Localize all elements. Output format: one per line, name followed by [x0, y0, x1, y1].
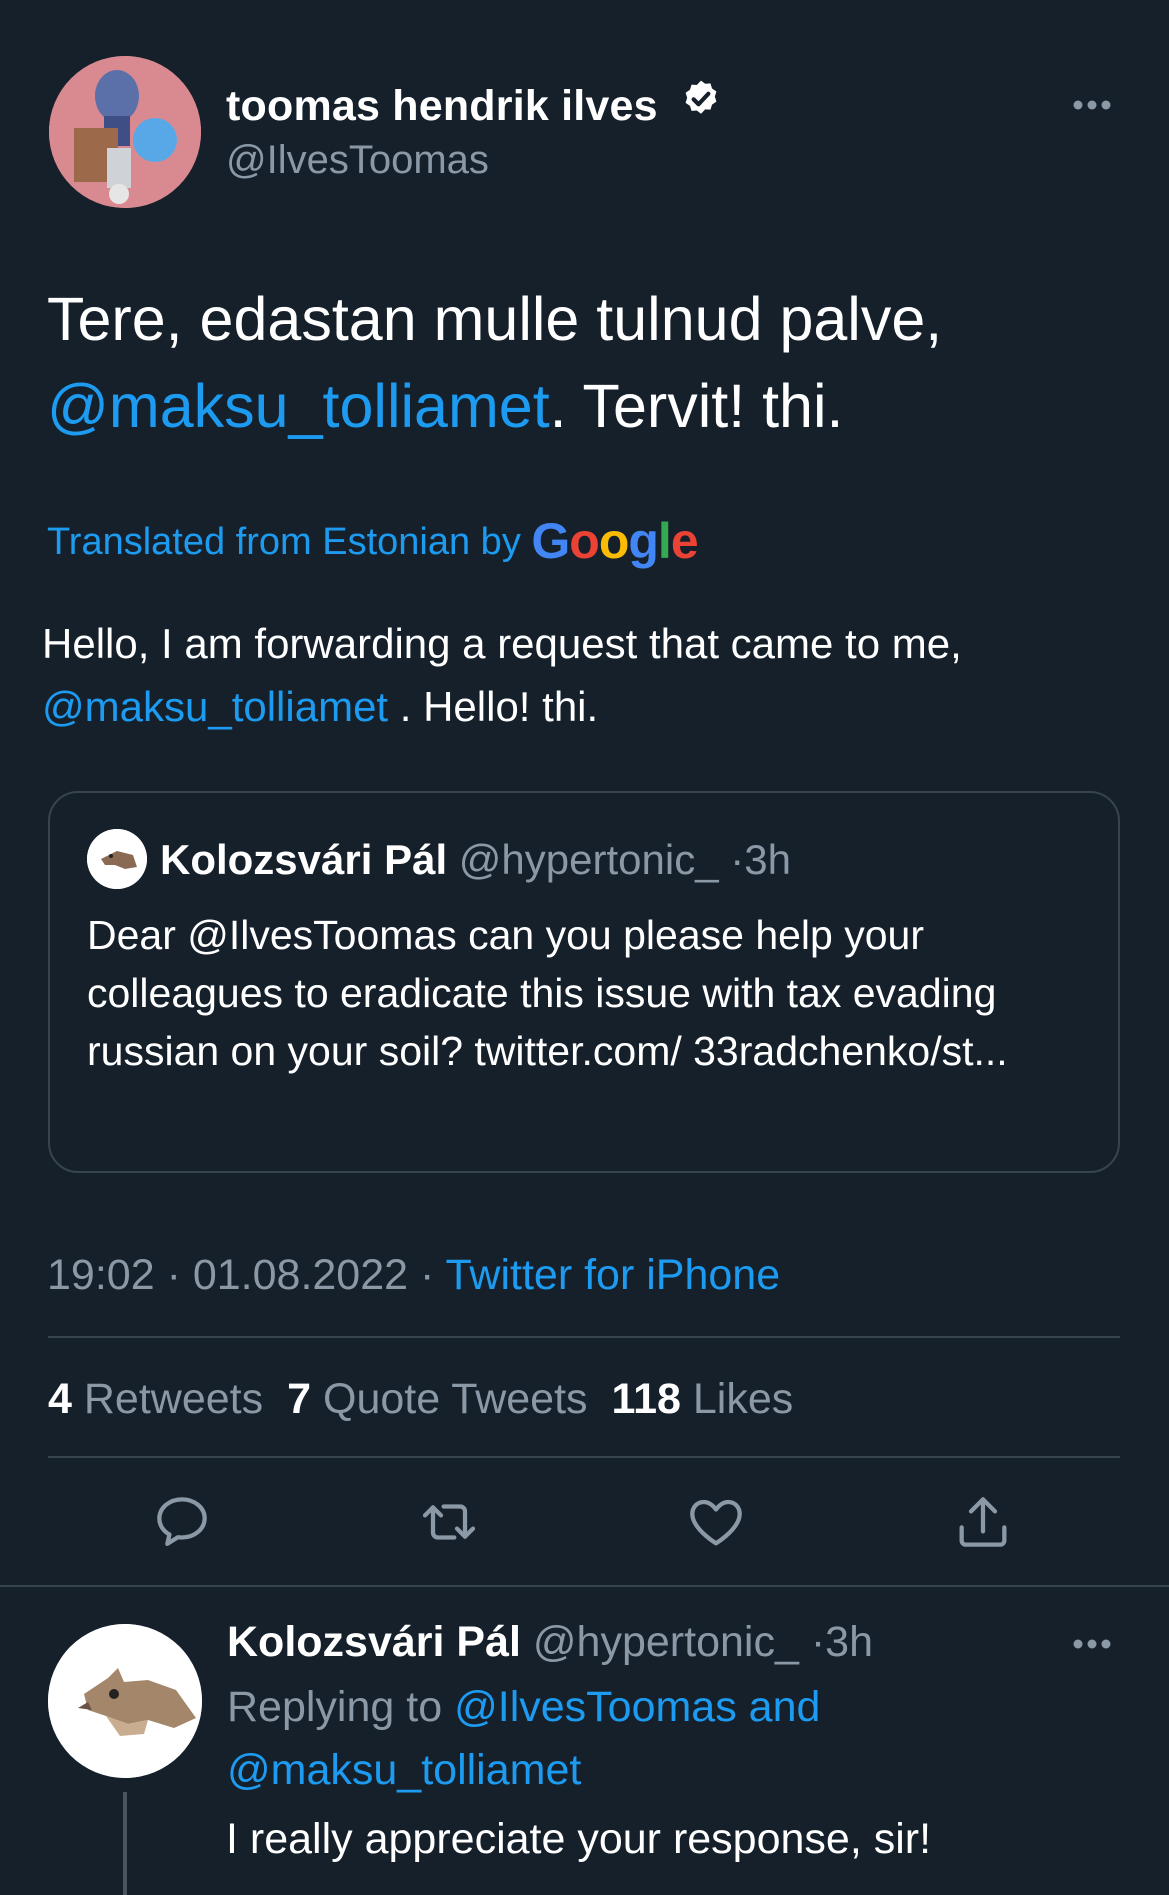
author-name[interactable]: toomas hendrik ilves [226, 80, 722, 131]
tweet-meta: 19:02 · 01.08.2022 · Twitter for iPhone [47, 1251, 780, 1300]
more-options-icon[interactable] [1072, 98, 1112, 116]
reply-more-options-icon[interactable] [1072, 1637, 1112, 1655]
quote-author-avatar [87, 829, 147, 889]
divider-bottom [48, 1456, 1120, 1458]
divider-top [48, 1336, 1120, 1338]
quote-separator: · [730, 836, 745, 883]
quotes-count: 7 [287, 1375, 312, 1423]
reply-author-name[interactable]: Kolozsvári Pál [227, 1618, 521, 1666]
avatar-image [49, 56, 201, 208]
translation-mention-link[interactable]: @maksu_tolliamet [42, 683, 388, 730]
retweet-icon[interactable] [417, 1490, 481, 1559]
author-avatar[interactable] [49, 56, 201, 208]
likes-count: 118 [611, 1375, 681, 1423]
tweet-mention-link[interactable]: @maksu_tolliamet [47, 372, 550, 440]
reply-icon[interactable] [150, 1490, 214, 1559]
reply-text: I really appreciate your response, sir! [226, 1815, 932, 1863]
reply-header: Kolozsvári Pál @hypertonic_ ·3h [227, 1618, 873, 1667]
quote-tweets-stat[interactable]: 7 Quote Tweets [287, 1375, 587, 1423]
retweets-stat[interactable]: 4 Retweets [48, 1375, 263, 1423]
verified-badge-icon [680, 78, 722, 131]
reply-avatar-image [48, 1624, 202, 1778]
meta-separator-1: · [166, 1251, 181, 1299]
quotes-label: Quote Tweets [323, 1375, 588, 1423]
translation-text: Hello, I am forwarding a request that ca… [42, 612, 1132, 738]
likes-stat[interactable]: 118 Likes [612, 1375, 794, 1423]
quote-author-handle[interactable]: @hypertonic_ [459, 836, 719, 883]
reply-separator: · [810, 1618, 826, 1666]
replying-to: Replying to @IlvesToomas and @maksu_toll… [227, 1676, 1127, 1802]
share-icon[interactable] [951, 1490, 1015, 1559]
tweet-date: 01.08.2022 [192, 1251, 409, 1299]
retweets-count: 4 [48, 1375, 72, 1423]
replying-label: Replying to [227, 1683, 443, 1731]
translated-label: Translated from Estonian by [47, 521, 521, 563]
likes-label: Likes [692, 1375, 794, 1423]
meta-separator-2: · [420, 1251, 435, 1299]
tweet-stats: 4 Retweets 7 Quote Tweets 118 Likes [48, 1375, 793, 1424]
quote-avatar-image [87, 829, 147, 889]
translation-attribution[interactable]: Translated from Estonian by Google [47, 512, 699, 570]
quote-header: Kolozsvári Pál @hypertonic_ ·3h [160, 836, 791, 884]
tweet-source-link[interactable]: Twitter for iPhone [446, 1251, 781, 1299]
quote-time: 3h [744, 836, 791, 883]
tweet-time: 19:02 [47, 1251, 155, 1299]
like-icon[interactable] [684, 1490, 748, 1559]
tweet-text-part2: . Tervit! thi. [549, 372, 844, 440]
translation-part1: Hello, I am forwarding a request that ca… [42, 620, 962, 667]
quote-author-name[interactable]: Kolozsvári Pál [160, 836, 447, 883]
reply-time: 3h [825, 1618, 873, 1666]
retweets-label: Retweets [83, 1375, 264, 1423]
reply-author-avatar[interactable] [48, 1624, 202, 1778]
tweet-text: Tere, edastan mulle tulnud palve, @maksu… [47, 276, 1127, 450]
google-logo: Google [531, 513, 698, 569]
thread-line [123, 1792, 127, 1895]
translation-part2: . Hello! thi. [388, 683, 599, 730]
author-name-text: toomas hendrik ilves [226, 82, 658, 130]
author-handle[interactable]: @IlvesToomas [226, 138, 489, 183]
quote-text: Dear @IlvesToomas can you please help yo… [87, 912, 1008, 1074]
section-divider [0, 1585, 1169, 1587]
tweet-text-part1: Tere, edastan mulle tulnud palve, [47, 285, 943, 353]
reply-author-handle[interactable]: @hypertonic_ [533, 1618, 799, 1666]
